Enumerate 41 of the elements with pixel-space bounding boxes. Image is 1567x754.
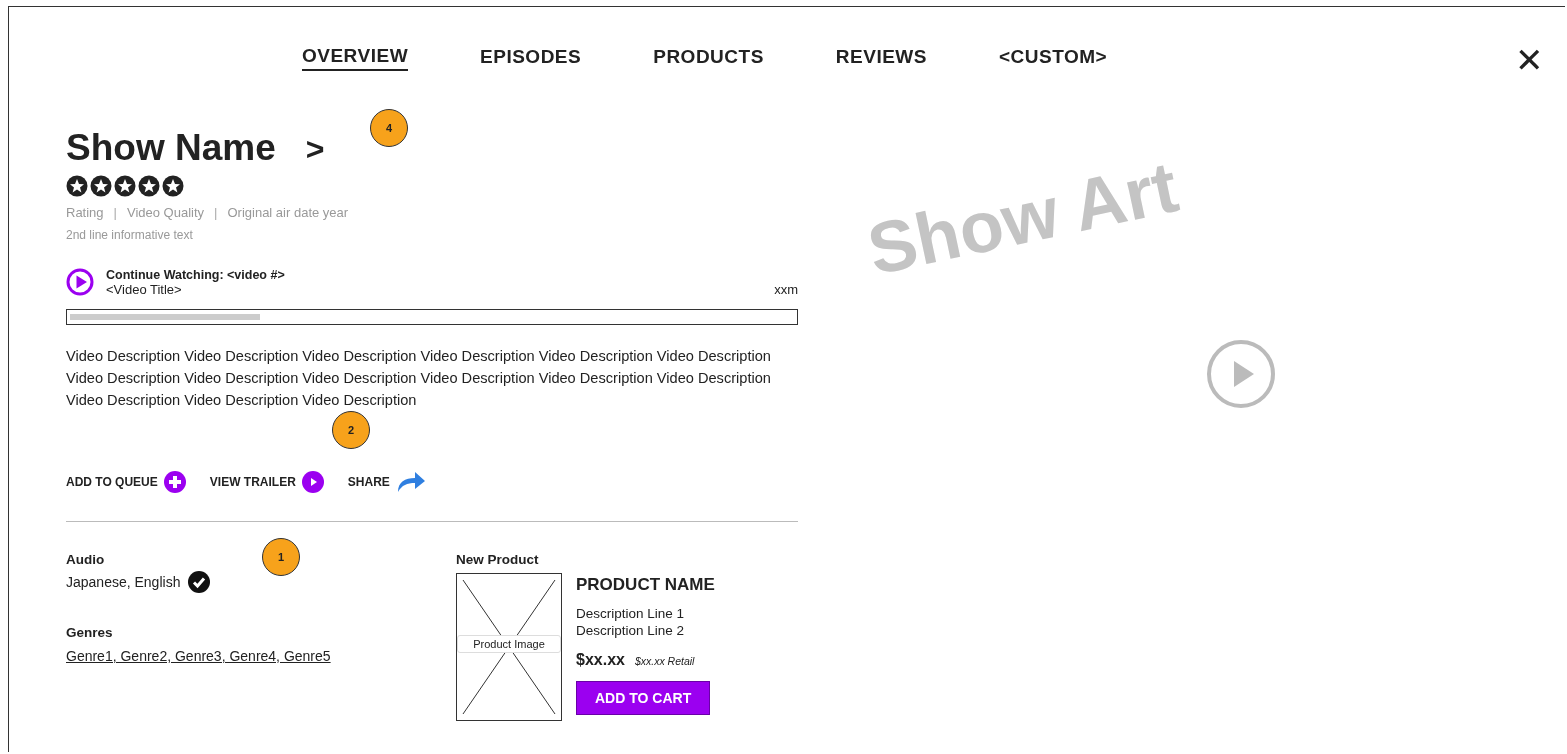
duration-text: xxm <box>774 282 798 297</box>
video-description: Video Description Video Description Video Description Video Description Video Description Video Description Video Description Video Description Video Description Video Description Video Description Video Description Video Description Video Description Video Description <box>66 347 772 410</box>
separator: | <box>214 205 218 220</box>
meta-text: Original air date year <box>227 205 349 220</box>
close-button[interactable]: ✕ <box>1515 43 1543 77</box>
action-link[interactable]: ADD TO QUEUE <box>66 471 186 493</box>
tab[interactable]: EPISODES <box>480 43 582 71</box>
separator: | <box>113 205 117 220</box>
genres-link[interactable]: Genre1, Genre2, Genre3, Genre4, Genre5 <box>66 648 331 664</box>
play-icon <box>301 471 324 493</box>
annotation-badge: 2 <box>332 411 370 449</box>
product-description: Description Line 1 <box>576 605 686 622</box>
tab[interactable]: OVERVIEW <box>302 43 409 71</box>
meta-text: Video Quality <box>126 205 205 220</box>
product-description: Description Line 2 <box>576 622 686 639</box>
info-text: 2nd line informative text <box>66 228 194 242</box>
retail-price: $xx.xx Retail <box>634 655 695 667</box>
video-title: <Video Title> <box>106 282 182 297</box>
art-label: Show Art <box>860 145 1185 291</box>
action-link[interactable]: VIEW TRAILER <box>209 471 324 493</box>
plus-icon <box>163 471 186 493</box>
annotation-badge: 4 <box>370 109 408 147</box>
genres-label: Genres <box>66 625 114 640</box>
continue-heading: Continue Watching: <video #> <box>106 268 286 282</box>
chevron-link[interactable]: > <box>305 131 325 168</box>
tab[interactable]: PRODUCTS <box>653 43 764 71</box>
price: $xx.xx <box>576 651 625 669</box>
action-link[interactable]: SHARE <box>347 471 426 493</box>
tab[interactable]: <CUSTOM> <box>998 43 1108 71</box>
share-icon <box>395 471 426 493</box>
section-heading: New Product <box>456 552 540 567</box>
product-name: PRODUCT NAME <box>576 575 715 595</box>
add-to-cart-button[interactable]: ADD TO CART <box>576 681 711 715</box>
meta-text: Rating <box>66 205 104 220</box>
annotation-badge: 1 <box>262 538 300 576</box>
play-icon[interactable] <box>66 268 94 296</box>
tab[interactable]: REVIEWS <box>835 43 927 71</box>
show-title: Show Name <box>66 127 276 169</box>
audio-label: Audio <box>66 552 105 567</box>
image-label: Product Image <box>457 635 561 653</box>
audio-languages: Japanese, English <box>66 574 181 590</box>
